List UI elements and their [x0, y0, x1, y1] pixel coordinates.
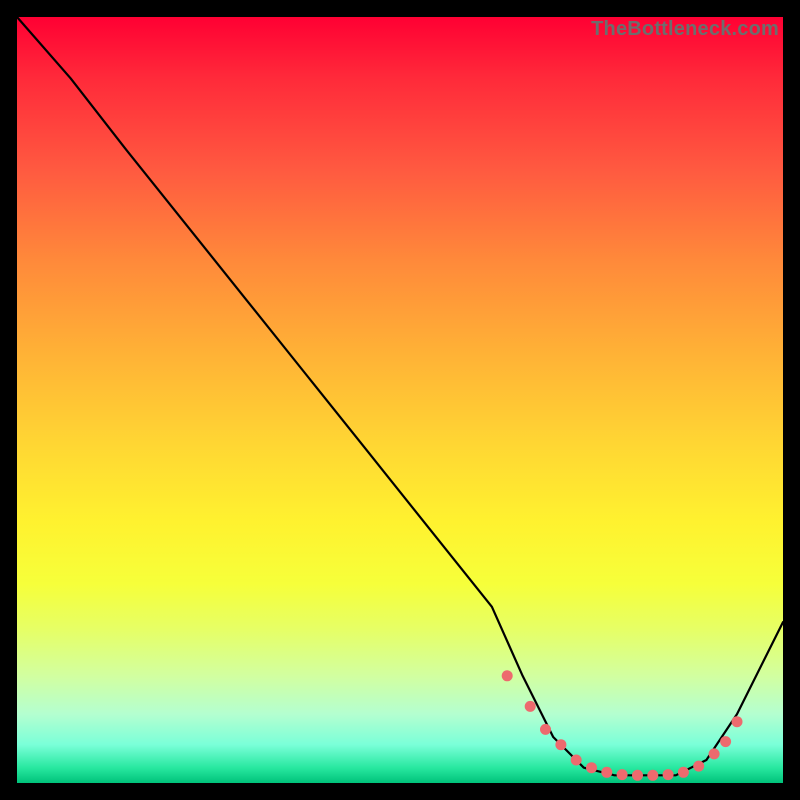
marker-group	[502, 670, 743, 781]
marker-dot	[720, 736, 731, 747]
marker-dot	[732, 716, 743, 727]
chart-stage: TheBottleneck.com	[0, 0, 800, 800]
marker-dot	[647, 770, 658, 781]
marker-dot	[555, 739, 566, 750]
marker-dot	[632, 770, 643, 781]
chart-plot-area: TheBottleneck.com	[17, 17, 783, 783]
marker-dot	[617, 769, 628, 780]
marker-dot	[525, 701, 536, 712]
marker-dot	[586, 762, 597, 773]
chart-svg	[17, 17, 783, 783]
marker-dot	[540, 724, 551, 735]
marker-dot	[601, 767, 612, 778]
series-curve	[17, 17, 783, 775]
marker-dot	[678, 767, 689, 778]
marker-dot	[502, 670, 513, 681]
marker-dot	[663, 769, 674, 780]
marker-dot	[709, 748, 720, 759]
marker-dot	[693, 761, 704, 772]
marker-dot	[571, 755, 582, 766]
